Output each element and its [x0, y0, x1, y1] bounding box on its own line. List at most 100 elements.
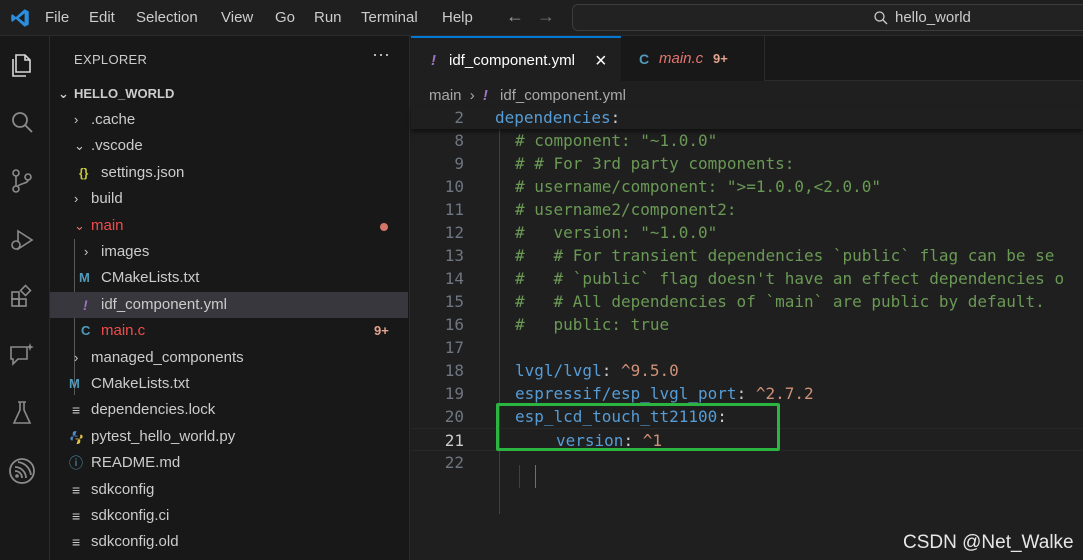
comment: # # `public` flag doesn't have an effect…: [515, 269, 1065, 288]
explorer-files-icon[interactable]: [7, 50, 37, 80]
code-line: 18 lvgl/lvgl: ^9.5.0: [411, 359, 1083, 382]
menu-selection[interactable]: Selection: [136, 0, 198, 36]
line-number: 15: [444, 292, 464, 311]
tree-folder-main[interactable]: ⌄ main: [50, 213, 408, 239]
line-number: 18: [444, 361, 464, 380]
forward-arrow-icon[interactable]: →: [537, 6, 555, 27]
text-file-icon: ≡: [72, 482, 81, 498]
line-number: 13: [444, 246, 464, 265]
menu-edit[interactable]: Edit: [89, 0, 115, 36]
code-line: 15 # # All dependencies of `main` are pub…: [411, 290, 1083, 313]
tree-item-label: settings.json: [101, 164, 185, 181]
chevron-right-icon: ›: [74, 191, 79, 206]
command-center-search[interactable]: hello_world: [572, 4, 1083, 31]
tree-file-cmakelists-root[interactable]: M CMakeLists.txt: [50, 371, 408, 397]
breadcrumb-file[interactable]: idf_component.yml: [500, 87, 626, 104]
menu-run[interactable]: Run: [314, 0, 342, 36]
source-control-icon[interactable]: [7, 166, 37, 196]
text-file-icon: ≡: [72, 402, 81, 418]
yaml-value: ^9.5.0: [620, 361, 679, 380]
sticky-scroll-header: 2 dependencies:: [411, 106, 1083, 129]
text-file-icon: ≡: [72, 534, 81, 550]
tree-file-sdkconfig-old[interactable]: ≡ sdkconfig.old: [50, 529, 408, 555]
code-line: 19 espressif/esp_lvgl_port: ^2.7.2: [411, 382, 1083, 405]
modified-dot-icon: [380, 223, 388, 231]
comment: # version: "~1.0.0": [515, 223, 718, 242]
code-editor[interactable]: 8 # component: "~1.0.0" 9 # # For 3rd part…: [411, 106, 1083, 560]
chat-sparkle-icon[interactable]: [7, 340, 37, 370]
tree-folder-build[interactable]: › build: [50, 186, 408, 212]
json-braces-icon: {}: [79, 166, 89, 180]
tree-folder-images[interactable]: › images: [50, 239, 408, 265]
tab-bar: ! idf_component.yml × C main.c 9+: [411, 36, 1083, 81]
line-number: 22: [444, 453, 464, 472]
tree-folder-vscode[interactable]: ⌄ .vscode: [50, 133, 408, 159]
tree-folder-managed-components[interactable]: › managed_components: [50, 345, 408, 371]
line-number: 20: [444, 407, 464, 426]
tree-file-settings-json[interactable]: {} settings.json: [50, 160, 408, 186]
line-number: 8: [454, 131, 464, 150]
run-debug-icon[interactable]: [7, 224, 37, 254]
tree-item-label: README.md: [91, 454, 181, 471]
menu-file[interactable]: File: [45, 0, 69, 36]
menu-view[interactable]: View: [221, 0, 253, 36]
watermark: CSDN @Net_Walke: [903, 532, 1074, 553]
menu-terminal[interactable]: Terminal: [361, 0, 418, 36]
c-file-icon: C: [639, 51, 650, 67]
tab-main-c[interactable]: C main.c 9+: [621, 36, 765, 81]
tree-item-label: CMakeLists.txt: [91, 375, 190, 392]
tree-file-main-c[interactable]: C main.c 9+: [50, 318, 408, 344]
tree-folder-cache[interactable]: › .cache: [50, 107, 408, 133]
tree-file-readme[interactable]: ⓘ README.md: [50, 450, 408, 476]
comment: # component: "~1.0.0": [515, 131, 718, 150]
tree-item-label: sdkconfig.old: [91, 533, 179, 550]
more-actions-icon[interactable]: ···: [372, 44, 390, 65]
tree-item-label: pytest_hello_world.py: [91, 428, 236, 445]
code-line: 10 # username/component: ">=1.0.0,<2.0.0": [411, 175, 1083, 198]
tree-file-sdkconfig[interactable]: ≡ sdkconfig: [50, 477, 408, 503]
tree-item-label: dependencies.lock: [91, 401, 216, 418]
tree-item-label: .cache: [91, 111, 136, 128]
tree-file-sdkconfig-ci[interactable]: ≡ sdkconfig.ci: [50, 503, 408, 529]
tab-label: main.c: [659, 50, 704, 67]
yaml-value: ^2.7.2: [755, 384, 814, 403]
problems-badge: 9+: [374, 323, 389, 338]
project-root[interactable]: ⌄ HELLO_WORLD: [50, 81, 408, 107]
chevron-right-icon: ›: [84, 244, 89, 259]
activity-bar: [0, 36, 50, 560]
code-line: 13 # # For transient dependencies `public…: [411, 244, 1083, 267]
tree-file-idf-component[interactable]: ! idf_component.yml: [50, 292, 408, 318]
yaml-file-icon: !: [83, 297, 88, 313]
search-icon[interactable]: [7, 108, 37, 138]
yaml-file-icon: !: [482, 87, 488, 104]
tree-item-label: main.c: [101, 322, 146, 339]
comment: # # For transient dependencies `public` …: [515, 246, 1055, 265]
close-icon[interactable]: ×: [595, 38, 607, 84]
cmake-file-icon: M: [79, 270, 90, 285]
tree-file-dependencies-lock[interactable]: ≡ dependencies.lock: [50, 397, 408, 423]
line-number: 2: [454, 108, 464, 127]
comment: # username2/component2:: [515, 200, 737, 219]
line-number: 12: [444, 223, 464, 242]
green-highlight-box: [496, 403, 780, 451]
tree-file-cmakelists-main[interactable]: M CMakeLists.txt: [50, 265, 408, 291]
menu-go[interactable]: Go: [275, 0, 295, 36]
comment: # # For 3rd party components:: [515, 154, 795, 173]
code-line: 12 # version: "~1.0.0": [411, 221, 1083, 244]
yaml-key: dependencies: [495, 108, 611, 127]
extensions-icon[interactable]: [7, 282, 37, 312]
breadcrumb-folder[interactable]: main: [429, 87, 462, 104]
code-line: 22: [411, 451, 1083, 474]
yaml-key: espressif/esp_lvgl_port: [515, 384, 737, 403]
tab-idf-component[interactable]: ! idf_component.yml ×: [411, 36, 621, 81]
back-arrow-icon[interactable]: ←: [506, 6, 524, 27]
tree-item-label: idf_component.yml: [101, 296, 227, 313]
testing-flask-icon[interactable]: [7, 398, 37, 428]
cmake-file-icon: M: [69, 376, 80, 391]
espressif-icon[interactable]: [7, 456, 37, 486]
menu-help[interactable]: Help: [442, 0, 473, 36]
tree-file-pytest[interactable]: pytest_hello_world.py: [50, 424, 408, 450]
title-bar: File Edit Selection View Go Run Terminal…: [0, 0, 1083, 36]
code-line: 8 # component: "~1.0.0": [411, 129, 1083, 152]
tree-item-label: .vscode: [91, 137, 143, 154]
